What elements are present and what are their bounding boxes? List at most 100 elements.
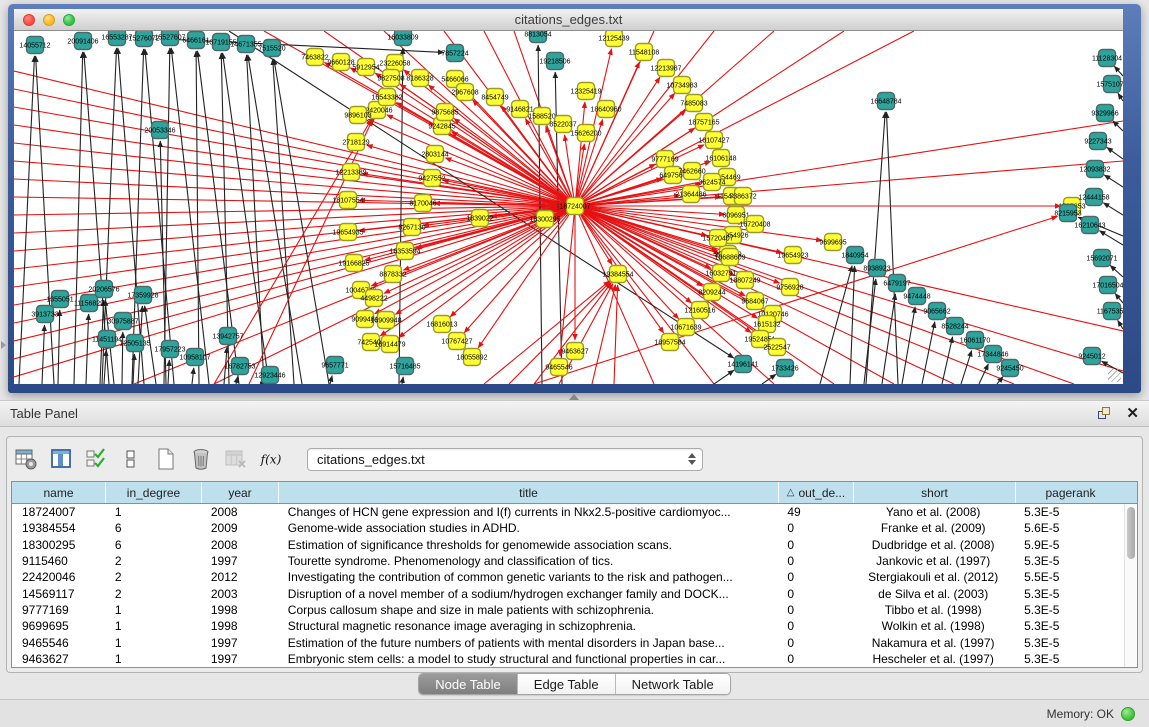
table-row[interactable]: 2242004622012Investigating the contribut… — [12, 569, 1124, 585]
graph-node[interactable]: 19654935 — [332, 224, 363, 241]
cell-in_degree: 1 — [105, 505, 201, 519]
graph-node[interactable]: 18055892 — [456, 349, 487, 366]
resize-grip[interactable] — [1108, 369, 1121, 382]
window-titlebar[interactable]: citations_edges.txt — [14, 9, 1123, 31]
graph-node[interactable]: 10734983 — [666, 77, 697, 94]
graph-node[interactable]: 19218506 — [539, 53, 570, 70]
graph-node[interactable]: 11548108 — [629, 44, 660, 61]
table-settings-icon[interactable] — [13, 446, 39, 472]
graph-node[interactable]: 15692071 — [1086, 250, 1117, 267]
vertical-scrollbar[interactable] — [1124, 504, 1137, 667]
graph-node[interactable]: 18757165 — [688, 114, 719, 131]
tab-network-table[interactable]: Network Table — [615, 674, 730, 694]
function-builder-icon[interactable]: f(x) — [258, 446, 284, 472]
graph-node[interactable]: 20053346 — [144, 122, 175, 139]
graph-node[interactable]: 9474448 — [903, 288, 930, 305]
graph-node[interactable]: 19384554 — [602, 266, 633, 283]
graph-node[interactable]: 14196141 — [727, 356, 758, 373]
column-mode-icon[interactable] — [118, 446, 144, 472]
table-row[interactable]: 946362711997Embryonic stem cells: a mode… — [12, 651, 1124, 667]
column-header-pagerank[interactable]: pagerank — [1015, 482, 1125, 503]
row-selection-icon[interactable] — [83, 446, 109, 472]
graph-node[interactable]: 16648784 — [870, 93, 901, 110]
graph-node[interactable]: 12125439 — [598, 31, 629, 47]
graph-node[interactable]: 14671355 — [230, 36, 261, 53]
table-row[interactable]: 1872400712008Changes of HCN gene express… — [12, 504, 1124, 520]
graph-node[interactable]: 12213389 — [335, 164, 366, 181]
new-table-icon[interactable] — [153, 446, 179, 472]
table-row[interactable]: 969969511998Structural magnetic resonanc… — [12, 618, 1124, 634]
column-header-in_degree[interactable]: in_degree — [105, 482, 201, 503]
graph-node[interactable]: 8938923 — [863, 260, 890, 277]
graph-node[interactable]: 16353594 — [389, 243, 420, 260]
graph-node[interactable]: 12093832 — [1079, 161, 1110, 178]
delete-icon[interactable] — [188, 446, 214, 472]
graph-node[interactable]: 16816013 — [426, 316, 457, 333]
graph-node-label: 7462660 — [678, 169, 705, 176]
graph-node[interactable]: 14055712 — [19, 37, 50, 54]
graph-node[interactable]: 18640960 — [590, 101, 621, 118]
graph-node[interactable]: 1840954 — [841, 247, 868, 264]
graph-node[interactable]: 7485083 — [680, 95, 707, 112]
close-panel-icon[interactable]: ✕ — [1126, 407, 1139, 421]
column-header-title[interactable]: title — [278, 482, 778, 503]
graph-node-label: 8186328 — [406, 76, 433, 83]
graph-node[interactable]: 11128304 — [1092, 50, 1122, 67]
graph-node[interactable]: 11675350 — [1097, 303, 1123, 320]
graph-node[interactable]: 12325419 — [570, 83, 601, 100]
table-row[interactable]: 1938455462009Genome-wide association stu… — [12, 520, 1124, 536]
graph-node[interactable]: 8454749 — [481, 89, 508, 106]
table-row[interactable]: 946554611997Estimation of the future num… — [12, 634, 1124, 650]
graph-node[interactable]: 7515520 — [258, 40, 285, 57]
graph-node[interactable]: 8528244 — [941, 318, 968, 335]
graph-node[interactable]: 9657771 — [321, 357, 348, 374]
graph-node[interactable]: 16033809 — [387, 31, 418, 46]
column-header-year[interactable]: year — [201, 482, 278, 503]
graph-node[interactable]: 9065662 — [923, 303, 950, 320]
close-window-button[interactable] — [23, 14, 35, 26]
graph-node[interactable]: 12923446 — [254, 367, 285, 384]
graph-node[interactable]: 2803144 — [421, 146, 448, 163]
select-columns-icon[interactable] — [48, 446, 74, 472]
column-header-out_de[interactable]: △out_de... — [778, 482, 853, 503]
network-canvas[interactable]: 1872400727181291221338918107554196549351… — [14, 31, 1123, 384]
graph-node[interactable]: 16106148 — [705, 150, 736, 167]
table-row[interactable]: 911546021997Tourette syndrome. Phenomeno… — [12, 553, 1124, 569]
table-row[interactable]: 1456911722003Disruption of a novel membe… — [12, 585, 1124, 601]
graph-node[interactable]: 8813054 — [524, 31, 551, 43]
graph-node[interactable]: 15716485 — [389, 358, 420, 375]
graph-node[interactable]: 8186328 — [406, 70, 433, 87]
graph-node[interactable]: 10767427 — [441, 333, 472, 350]
tab-edge-table[interactable]: Edge Table — [517, 674, 615, 694]
graph-node[interactable]: 9227343 — [1084, 133, 1111, 150]
graph-node[interactable]: 9245012 — [1078, 348, 1105, 365]
tab-node-table[interactable]: Node Table — [419, 674, 517, 694]
graph-node[interactable]: 9463627 — [561, 343, 588, 360]
graph-node[interactable]: 17016504 — [1092, 277, 1123, 294]
scrollbar-thumb[interactable] — [1127, 507, 1135, 559]
table-selector-dropdown[interactable]: citations_edges.txt — [307, 448, 703, 471]
graph-node[interactable]: 9699695 — [819, 234, 846, 251]
graph-node-label: 20206576 — [88, 287, 119, 294]
graph-node[interactable]: 2718129 — [342, 134, 369, 151]
graph-node[interactable]: 15527607 — [154, 31, 185, 46]
graph-node[interactable]: 15751074 — [1096, 76, 1123, 93]
table-row[interactable]: 1830029562008Estimation of significance … — [12, 537, 1124, 553]
table-row[interactable]: 977716911998Corpus callosum shape and si… — [12, 602, 1124, 618]
column-header-name[interactable]: name — [12, 482, 105, 503]
graph-node[interactable]: 17359928 — [127, 287, 158, 304]
graph-node[interactable]: 9756928 — [776, 279, 803, 296]
graph-node[interactable]: 20091406 — [67, 33, 98, 50]
minimize-window-button[interactable] — [43, 14, 55, 26]
column-header-short[interactable]: short — [853, 482, 1015, 503]
splitter-collapse-arrow[interactable] — [1, 341, 6, 349]
graph-node[interactable]: 12213987 — [650, 60, 681, 77]
graph-node[interactable]: 1733426 — [771, 360, 798, 377]
graph-node[interactable]: 9329966 — [1091, 105, 1118, 122]
zoom-window-button[interactable] — [63, 14, 75, 26]
float-panel-icon[interactable] — [1098, 407, 1112, 421]
graph-node[interactable]: 10107427 — [698, 132, 729, 149]
graph-node[interactable]: 19654923 — [777, 247, 808, 264]
graph-node[interactable]: 16210643 — [1074, 217, 1105, 234]
graph-node[interactable]: 8878332 — [379, 266, 406, 283]
